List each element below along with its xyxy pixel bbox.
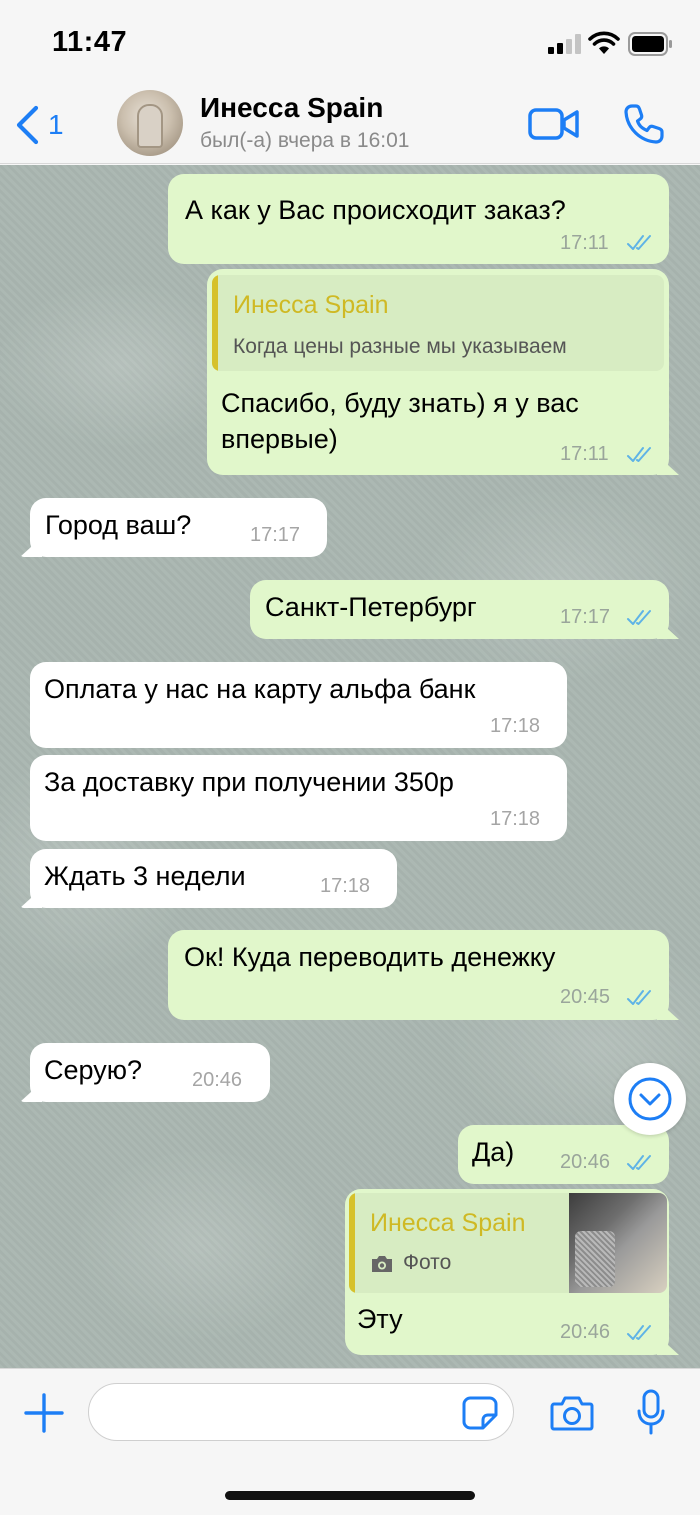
message-time: 17:18 xyxy=(490,715,541,737)
double-check-icon xyxy=(627,610,651,625)
message-text: Ок! Куда переводить денежку xyxy=(184,942,556,972)
message-bubble-incoming[interactable]: Ждать 3 недели 17:18 xyxy=(30,849,397,908)
quote-bar xyxy=(212,275,218,371)
last-seen-status: был(-а) вчера в 16:01 xyxy=(200,129,410,152)
back-chevron-icon xyxy=(16,105,39,145)
camera-icon[interactable] xyxy=(550,1395,594,1431)
chevron-down-icon xyxy=(628,1077,672,1121)
message-time: 17:18 xyxy=(490,808,541,830)
message-input[interactable] xyxy=(88,1383,514,1441)
double-check-icon xyxy=(627,990,651,1005)
double-check-icon xyxy=(627,1155,651,1170)
back-button[interactable]: 1 xyxy=(14,104,74,146)
avatar[interactable] xyxy=(117,90,183,156)
double-check-icon xyxy=(627,1325,651,1340)
quoted-message[interactable]: Инесса Spain Фото xyxy=(349,1193,667,1293)
quote-text: Фото xyxy=(403,1251,452,1274)
message-text: Город ваш? xyxy=(45,510,192,540)
message-time: 20:45 xyxy=(560,986,611,1008)
battery-icon xyxy=(628,32,672,56)
message-text: Да) xyxy=(472,1137,515,1167)
unread-count: 1 xyxy=(48,109,64,140)
plus-icon[interactable] xyxy=(22,1391,66,1435)
message-bubble-incoming[interactable]: Оплата у нас на карту альфа банк 17:18 xyxy=(30,662,567,748)
message-bubble-outgoing[interactable]: Да) 20:46 xyxy=(458,1125,669,1184)
status-bar: 11:47 xyxy=(0,0,700,84)
message-time: 17:17 xyxy=(250,524,301,546)
cellular-signal-icon xyxy=(548,34,582,54)
message-text: Оплата у нас на карту альфа банк xyxy=(44,674,476,704)
contact-name[interactable]: Инесса Spain xyxy=(200,92,383,124)
quoted-photo-thumbnail xyxy=(569,1193,667,1293)
message-bubble-incoming[interactable]: Серую? 20:46 xyxy=(30,1043,270,1102)
quote-bar xyxy=(349,1193,355,1293)
sticker-icon[interactable] xyxy=(462,1396,498,1430)
message-text: Эту xyxy=(357,1304,403,1334)
double-check-icon xyxy=(627,235,651,250)
message-time: 17:11 xyxy=(560,232,609,254)
message-text: Серую? xyxy=(44,1055,142,1085)
message-bubble-outgoing[interactable]: Санкт-Петербург 17:17 xyxy=(250,580,669,639)
message-bubble-outgoing[interactable]: А как у Вас происходит заказ? 17:11 xyxy=(168,174,669,264)
message-text: За доставку при получении 350р xyxy=(44,767,454,797)
message-bubble-incoming[interactable]: Город ваш? 17:17 xyxy=(30,498,327,557)
message-time: 17:18 xyxy=(320,875,371,897)
message-time: 20:46 xyxy=(560,1151,611,1173)
message-text: Ждать 3 недели xyxy=(44,861,246,891)
double-check-icon xyxy=(627,447,651,462)
message-bubble-outgoing[interactable]: Инесса Spain Фото Эту 20:46 xyxy=(345,1189,669,1355)
scroll-to-bottom-button[interactable] xyxy=(614,1063,686,1135)
chat-area[interactable]: А как у Вас происходит заказ? 17:11 Инес… xyxy=(0,165,700,1368)
video-call-icon[interactable] xyxy=(528,104,580,144)
message-bubble-outgoing[interactable]: Инесса Spain Когда цены разные мы указыв… xyxy=(207,269,669,475)
message-input-bar xyxy=(0,1368,700,1515)
message-time: 17:11 xyxy=(560,443,609,465)
quote-text: Когда цены разные мы указываем xyxy=(233,335,567,358)
quoted-message[interactable]: Инесса Spain Когда цены разные мы указыв… xyxy=(212,275,664,371)
home-indicator xyxy=(225,1491,475,1500)
message-time: 20:46 xyxy=(560,1321,611,1343)
message-text: Спасибо, буду знать) я у вас xyxy=(221,388,579,418)
message-bubble-incoming[interactable]: За доставку при получении 350р 17:18 xyxy=(30,755,567,841)
message-time: 17:17 xyxy=(560,606,611,628)
message-text: А как у Вас происходит заказ? xyxy=(185,195,566,225)
message-text: Санкт-Петербург xyxy=(265,592,477,622)
message-time: 20:46 xyxy=(192,1069,243,1091)
quote-author: Инесса Spain xyxy=(370,1209,526,1237)
wifi-icon xyxy=(588,31,620,54)
status-time: 11:47 xyxy=(52,26,128,58)
message-bubble-outgoing[interactable]: Ок! Куда переводить денежку 20:45 xyxy=(168,930,669,1020)
phone-icon[interactable] xyxy=(622,102,666,146)
chat-header: 1 Инесса Spain был(-а) вчера в 16:01 xyxy=(0,84,700,164)
camera-icon xyxy=(372,1256,392,1272)
message-text: впервые) xyxy=(221,424,338,454)
quote-author: Инесса Spain xyxy=(233,291,389,319)
microphone-icon[interactable] xyxy=(636,1389,666,1435)
